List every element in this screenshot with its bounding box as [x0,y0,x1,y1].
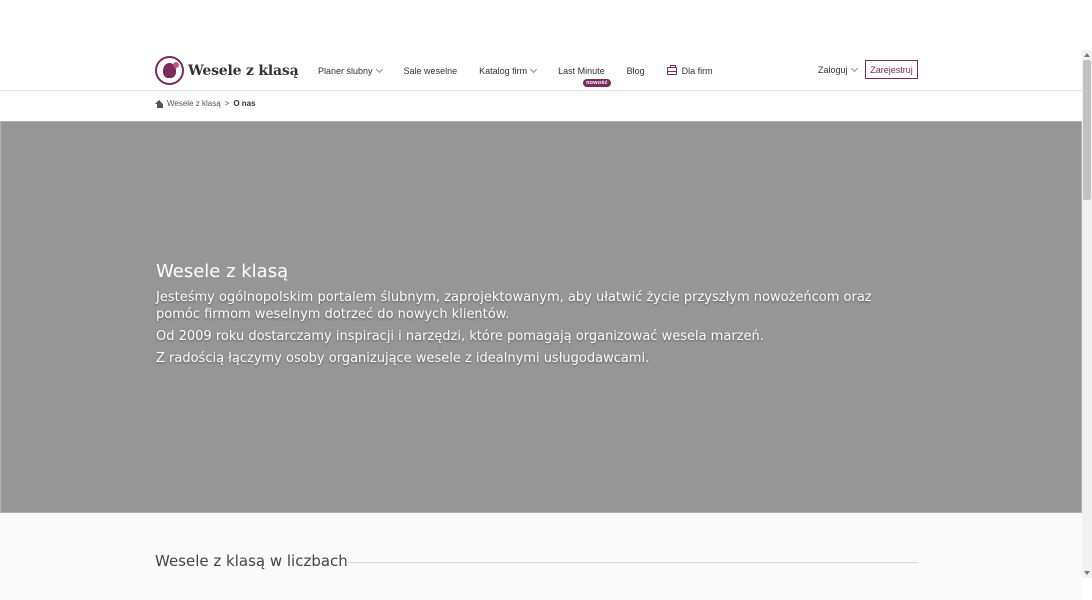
section-title: Wesele z klasą w liczbach [155,552,348,570]
register-button[interactable]: Zarejestruj [865,60,918,79]
breadcrumb-current: O nas [233,99,256,108]
chevron-down-icon [530,65,538,73]
breadcrumb: Wesele z klasą > O nas [155,99,256,108]
breadcrumb-home-link[interactable]: Wesele z klasą [167,99,221,108]
scrollbar-thumb[interactable] [1083,60,1091,200]
chevron-down-icon [375,65,383,73]
hero-paragraph: Jesteśmy ogólnopolskim portalem ślubnym,… [156,290,872,322]
nav-item-last-minute[interactable]: Last Minute nowość [558,66,611,87]
logo-text: Wesele z klasą [188,62,299,79]
login-dropdown[interactable]: Zaloguj [818,64,858,75]
site-logo[interactable]: Wesele z klasą [155,56,299,85]
logo-icon [155,56,184,85]
site-header: Wesele z klasą Planer ślubny Sale weseln… [0,50,1082,91]
hero-title: Wesele z klasą [156,261,289,282]
hero-content: Wesele z klasą Jesteśmy ogólnopolskim po… [156,261,896,372]
nav-item-sale-weselne[interactable]: Sale weselne [404,66,458,76]
scroll-down-arrow-icon[interactable] [1084,571,1090,575]
scroll-up-arrow-icon[interactable] [1084,53,1090,57]
breadcrumb-separator: > [224,99,230,108]
main-nav: Planer ślubny Sale weselne Katalog firm … [318,50,735,91]
home-icon [155,99,164,108]
nav-item-katalog-firm[interactable]: Katalog firm [479,65,538,76]
nav-item-dla-firm[interactable]: Dla firm [666,64,713,76]
new-badge: nowość [583,78,611,87]
stats-section: Wesele z klasą w liczbach [0,513,1082,600]
briefcase-icon [666,64,677,75]
hero-paragraph: Od 2009 roku dostarczamy inspiracji i na… [156,329,764,344]
section-divider [346,562,918,563]
hero-banner: Wesele z klasą Jesteśmy ogólnopolskim po… [0,121,1082,513]
chevron-down-icon [850,64,858,73]
nav-item-planer[interactable]: Planer ślubny [318,65,383,76]
page-scrollbar[interactable] [1082,50,1092,578]
nav-item-blog[interactable]: Blog [627,66,645,76]
hero-paragraph: Z radością łączymy osoby organizujące we… [156,351,650,366]
